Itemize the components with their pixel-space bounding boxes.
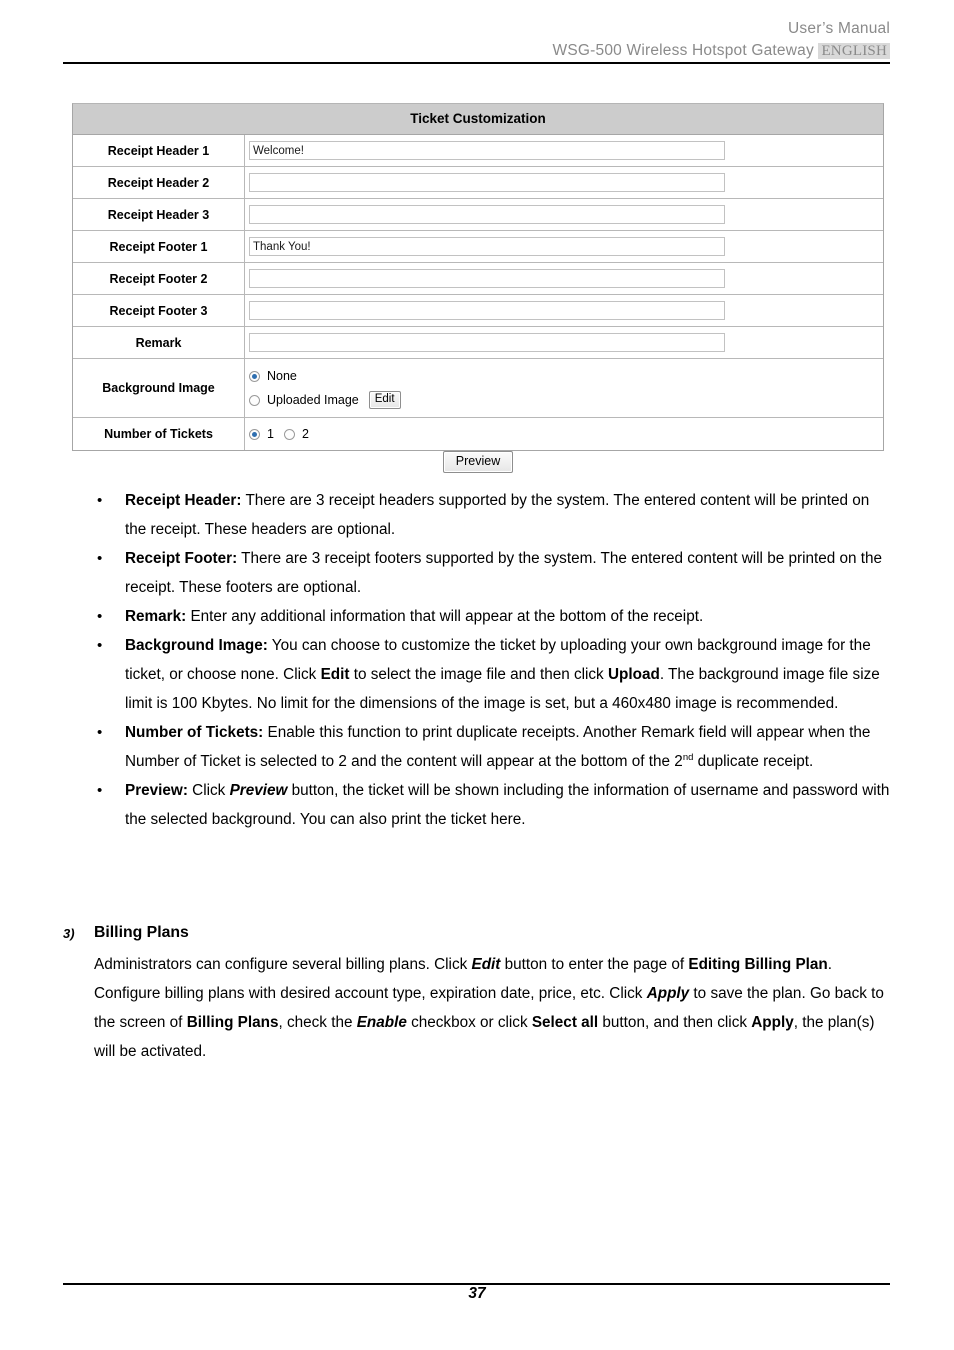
table-row: Remark: [73, 327, 883, 359]
list-item: Background Image: You can choose to cust…: [63, 631, 893, 718]
field-cell-number-of-tickets: 1 2: [245, 418, 883, 450]
para-emph-apply-2: Apply: [751, 1014, 794, 1031]
bullet-emph-upload: Upload: [607, 666, 660, 683]
para-emph-editing-billing-plan: Editing Billing Plan: [688, 956, 828, 973]
section-heading-row: 3) Billing Plans: [63, 920, 893, 946]
field-cell-receipt-footer-1: [245, 231, 883, 262]
radio-tickets-1-icon[interactable]: [249, 428, 260, 440]
table-row: Receipt Header 1: [73, 135, 883, 167]
remark-input[interactable]: [249, 333, 725, 352]
para-part-7: button, and then click: [598, 1014, 752, 1031]
table-row: Receipt Footer 1: [73, 231, 883, 263]
bullet-term-number-of-tickets: Number of Tickets:: [125, 724, 264, 741]
list-item: Receipt Header: There are 3 receipt head…: [63, 486, 893, 544]
manual-title: User’s Manual: [788, 20, 890, 37]
bullet-text-number-of-tickets-b: duplicate receipt.: [693, 753, 814, 770]
header-divider: [63, 62, 890, 64]
receipt-header-2-input[interactable]: [249, 173, 725, 192]
para-part-2: button to enter the page of: [500, 956, 689, 973]
field-cell-receipt-footer-3: [245, 295, 883, 326]
para-part-5: , check the: [278, 1014, 357, 1031]
section-paragraph: Administrators can configure several bil…: [63, 950, 893, 1066]
bullet-term-receipt-footer: Receipt Footer:: [125, 550, 238, 567]
radio-tickets-2-label: 2: [301, 427, 309, 441]
receipt-header-3-input[interactable]: [249, 205, 725, 224]
radio-uploaded-image-label: Uploaded Image: [267, 393, 359, 407]
bullet-term-receipt-header: Receipt Header:: [125, 492, 242, 509]
bullet-term-remark: Remark:: [125, 608, 187, 625]
number-of-tickets-options: 1 2: [249, 422, 319, 446]
field-cell-receipt-footer-2: [245, 263, 883, 294]
bullet-emph-edit: Edit: [320, 666, 350, 683]
panel-title: Ticket Customization: [73, 104, 883, 135]
bullet-text-background-image-b: to select the image file and then click: [349, 666, 608, 683]
para-emph-enable: Enable: [356, 1014, 407, 1031]
product-title-line: WSG-500 Wireless Hotspot Gateway ENGLISH: [0, 40, 890, 62]
para-emph-apply: Apply: [646, 985, 690, 1002]
background-image-uploaded-option[interactable]: Uploaded Image Edit: [249, 388, 401, 412]
field-label-receipt-footer-3: Receipt Footer 3: [73, 295, 245, 326]
field-label-background-image: Background Image: [73, 359, 245, 417]
preview-button-bar: Preview: [72, 451, 884, 473]
bullet-text-remark: Enter any additional information that wi…: [186, 608, 704, 625]
table-row: Receipt Header 3: [73, 199, 883, 231]
bullet-text-receipt-footer: There are 3 receipt footers supported by…: [125, 550, 883, 596]
bullet-superscript-nd: nd: [682, 751, 694, 763]
receipt-footer-3-input[interactable]: [249, 301, 725, 320]
para-emph-billing-plans: Billing Plans: [186, 1014, 279, 1031]
list-item: Preview: Click Preview button, the ticke…: [63, 776, 893, 834]
field-cell-remark: [245, 327, 883, 358]
receipt-header-1-input[interactable]: [249, 141, 725, 160]
bullet-term-preview: Preview:: [125, 782, 188, 799]
radio-uploaded-image-icon[interactable]: [249, 394, 260, 406]
field-cell-receipt-header-2: [245, 167, 883, 198]
bullet-term-background-image: Background Image:: [125, 637, 268, 654]
page-title: Billing Plans: [94, 924, 189, 941]
field-cell-receipt-header-3: [245, 199, 883, 230]
field-cell-background-image: None Uploaded Image Edit: [245, 359, 883, 417]
field-label-receipt-header-3: Receipt Header 3: [73, 199, 245, 230]
radio-tickets-1-label: 1: [267, 427, 274, 441]
description-body: Receipt Header: There are 3 receipt head…: [63, 486, 893, 834]
field-cell-receipt-header-1: [245, 135, 883, 166]
background-image-none-option[interactable]: None: [249, 364, 307, 388]
field-label-receipt-footer-1: Receipt Footer 1: [73, 231, 245, 262]
running-header: User’s Manual WSG-500 Wireless Hotspot G…: [0, 18, 954, 62]
bullet-emph-preview: Preview: [229, 782, 288, 799]
bullet-text-preview-a: Click: [187, 782, 230, 799]
section-number: 3): [63, 926, 75, 941]
field-label-number-of-tickets: Number of Tickets: [73, 418, 245, 450]
field-label-remark: Remark: [73, 327, 245, 358]
billing-plans-section: 3) Billing Plans Administrators can confi…: [63, 920, 893, 1066]
list-item: Receipt Footer: There are 3 receipt foot…: [63, 544, 893, 602]
description-bullet-list: Receipt Header: There are 3 receipt head…: [63, 486, 893, 834]
table-row: Background Image None Uploaded Image Edi…: [73, 359, 883, 418]
receipt-footer-2-input[interactable]: [249, 269, 725, 288]
para-emph-select-all: Select all: [531, 1014, 599, 1031]
radio-none-label: None: [267, 369, 297, 383]
edit-button[interactable]: Edit: [368, 391, 401, 409]
table-row: Receipt Footer 3: [73, 295, 883, 327]
language-badge: ENGLISH: [818, 43, 890, 59]
list-item: Number of Tickets: Enable this function …: [63, 718, 893, 776]
radio-none-icon[interactable]: [249, 370, 260, 382]
radio-tickets-2-icon[interactable]: [283, 428, 295, 440]
para-part-1: Administrators can configure several bil…: [94, 956, 472, 973]
field-label-receipt-footer-2: Receipt Footer 2: [73, 263, 245, 294]
ticket-customization-panel: Ticket Customization Receipt Header 1 Re…: [72, 103, 884, 451]
page-number: 37: [468, 1285, 486, 1302]
field-label-receipt-header-2: Receipt Header 2: [73, 167, 245, 198]
receipt-footer-1-input[interactable]: [249, 237, 725, 256]
para-emph-edit: Edit: [471, 956, 501, 973]
para-part-6: checkbox or click: [406, 1014, 532, 1031]
preview-button[interactable]: Preview: [442, 451, 514, 473]
field-label-receipt-header-1: Receipt Header 1: [73, 135, 245, 166]
table-row: Number of Tickets 1 2: [73, 418, 883, 450]
table-row: Receipt Footer 2: [73, 263, 883, 295]
list-item: Remark: Enter any additional information…: [63, 602, 893, 631]
table-row: Receipt Header 2: [73, 167, 883, 199]
product-name: WSG-500 Wireless Hotspot Gateway: [552, 42, 819, 59]
